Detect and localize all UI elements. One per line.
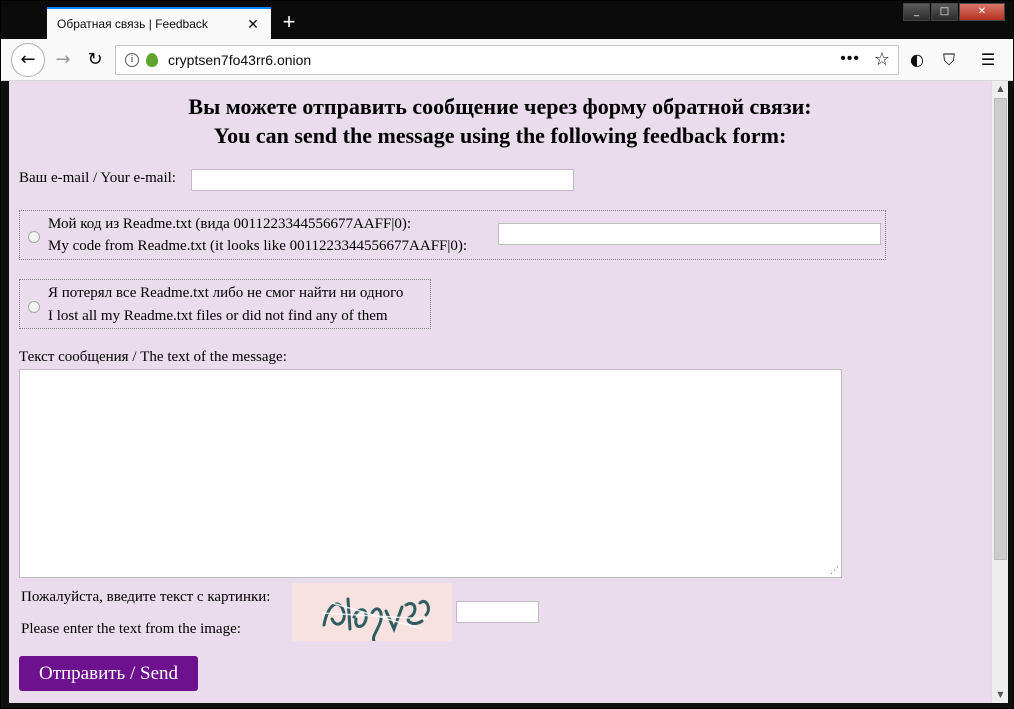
url-bar[interactable]: i cryptsen7fo43rr6.onion ••• ☆ [115, 45, 899, 75]
scroll-up-icon[interactable]: ▲ [992, 81, 1009, 97]
page-content: Вы можете отправить сообщение через форм… [9, 81, 991, 703]
email-label: Ваш e-mail / Your e-mail: [19, 170, 176, 186]
lost-option-label-ru: Я потерял все Readme.txt либо не смог на… [48, 285, 404, 301]
window-controls: _ □ ✕ [902, 3, 1005, 21]
forward-icon[interactable]: → [47, 44, 79, 76]
send-button[interactable]: Отправить / Send [19, 656, 198, 691]
shield-icon[interactable]: ⛉ [937, 48, 961, 72]
navigation-toolbar: ← → ↻ i cryptsen7fo43rr6.onion ••• ☆ ◐ ⛉… [1, 39, 1013, 81]
heading-ru: Вы можете отправить сообщение через форм… [188, 94, 812, 119]
url-text[interactable]: cryptsen7fo43rr6.onion [168, 52, 311, 68]
close-window-button[interactable]: ✕ [959, 3, 1005, 21]
vertical-scrollbar[interactable]: ▲ ▼ [991, 81, 1008, 703]
code-option-radio[interactable] [28, 231, 40, 243]
star-icon[interactable]: ☆ [874, 49, 890, 70]
title-bar: Обратная связь | Feedback ✕ + _ □ ✕ [1, 1, 1013, 39]
menu-icon[interactable]: ☰ [976, 48, 1000, 72]
browser-window: Обратная связь | Feedback ✕ + _ □ ✕ ← → … [0, 0, 1014, 709]
new-tab-button[interactable]: + [278, 9, 300, 35]
tab-feedback[interactable]: Обратная связь | Feedback ✕ [47, 7, 271, 39]
resize-grip-icon[interactable]: ⋰ [830, 566, 839, 576]
onion-icon [146, 53, 158, 67]
reload-icon[interactable]: ↻ [79, 44, 111, 76]
tab-title: Обратная связь | Feedback [57, 17, 208, 31]
readme-code-field[interactable] [498, 223, 881, 245]
maximize-button[interactable]: □ [931, 3, 958, 21]
lost-option-radio[interactable] [28, 301, 40, 313]
captcha-image [292, 583, 452, 643]
heading-en: You can send the message using the follo… [213, 123, 787, 148]
page-actions-icon[interactable]: ••• [840, 50, 860, 68]
captcha-label-ru: Пожалуйста, введите текст с картинки: [21, 589, 271, 605]
captcha-label-en: Please enter the text from the image: [21, 621, 241, 637]
email-field[interactable] [191, 169, 574, 191]
scroll-thumb[interactable] [994, 98, 1007, 560]
code-option-label-en: My code from Readme.txt (it looks like 0… [48, 238, 468, 254]
scroll-down-icon[interactable]: ▼ [992, 687, 1009, 703]
minimize-button[interactable]: _ [903, 3, 930, 21]
close-tab-icon[interactable]: ✕ [245, 16, 261, 32]
lost-option-label-en: I lost all my Readme.txt files or did no… [48, 308, 388, 324]
tor-icon[interactable]: ◐ [905, 48, 929, 72]
page-heading: Вы можете отправить сообщение через форм… [9, 92, 991, 150]
back-icon[interactable]: ← [11, 43, 45, 77]
info-icon[interactable]: i [125, 53, 139, 67]
message-label: Текст сообщения / The text of the messag… [19, 349, 287, 365]
captcha-input[interactable] [456, 601, 539, 623]
code-option-label-ru: Мой код из Readme.txt (вида 001122334455… [48, 216, 412, 232]
message-textarea[interactable]: ⋰ [19, 369, 842, 578]
